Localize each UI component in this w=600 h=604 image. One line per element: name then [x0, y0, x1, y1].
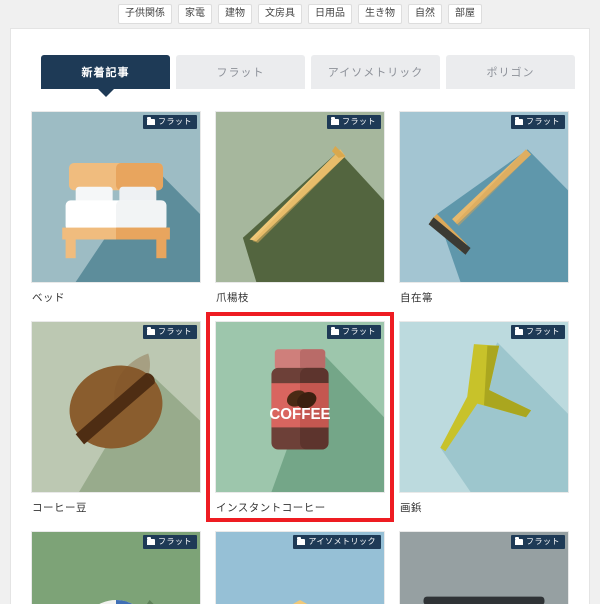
card-isometric-item[interactable]: アイソメトリック: [215, 531, 385, 604]
folder-icon: [331, 327, 339, 335]
thumbnail-boat[interactable]: フラット: [399, 531, 569, 604]
card-coffee-bean[interactable]: フラット コーヒー豆: [31, 321, 201, 515]
bed-icon: [32, 112, 200, 282]
tag-filter-4[interactable]: 日用品: [308, 4, 352, 24]
tag-filter-5[interactable]: 生き物: [358, 4, 402, 24]
content-panel: 新着記事 フラット アイソメトリック ポリゴン フラット ベッド フラット 爪楊…: [10, 28, 590, 604]
tag-filter-bar: 子供関係 家電 建物 文房具 日用品 生き物 自然 部屋: [0, 0, 600, 30]
badge-category-coffee-bean: フラット: [143, 325, 197, 339]
badge-label: フラット: [526, 117, 560, 126]
card-bed[interactable]: フラット ベッド: [31, 111, 201, 305]
instant-coffee-jar-icon: COFFEE: [216, 322, 384, 492]
thumbnail-bed[interactable]: フラット: [31, 111, 201, 283]
card-instant-coffee[interactable]: COFFEE フラット インスタントコーヒー: [206, 312, 394, 522]
badge-category-thumbtack: フラット: [511, 325, 565, 339]
card-caption-broom: 自在箒: [400, 292, 433, 304]
badge-label: フラット: [526, 327, 560, 336]
card-caption-coffee-bean: コーヒー豆: [32, 502, 87, 514]
folder-icon: [147, 327, 155, 335]
thumbnail-toothpick[interactable]: フラット: [215, 111, 385, 283]
jar-label-text: COFFEE: [269, 406, 330, 423]
folder-icon: [147, 117, 155, 125]
thumbnail-beach-ball[interactable]: フラット: [31, 531, 201, 604]
card-caption-bed: ベッド: [32, 292, 65, 304]
thumbtack-icon: [400, 322, 568, 492]
folder-icon: [147, 537, 155, 545]
card-thumbtack[interactable]: フラット 画鋲: [399, 321, 569, 515]
card-boat[interactable]: フラット: [399, 531, 569, 604]
tab-new-articles[interactable]: 新着記事: [41, 55, 170, 97]
tag-filter-7[interactable]: 部屋: [448, 4, 482, 24]
badge-category-isometric-item: アイソメトリック: [293, 535, 381, 549]
badge-label: アイソメトリック: [308, 537, 376, 546]
tag-filter-6[interactable]: 自然: [408, 4, 442, 24]
folder-icon: [297, 537, 306, 545]
thumbnail-thumbtack[interactable]: フラット: [399, 321, 569, 493]
badge-category-bed: フラット: [143, 115, 197, 129]
tag-filter-0[interactable]: 子供関係: [118, 4, 172, 24]
tab-flat[interactable]: フラット: [176, 55, 305, 89]
card-caption-thumbtack: 画鋲: [400, 502, 422, 514]
tag-filter-1[interactable]: 家電: [178, 4, 212, 24]
badge-label: フラット: [342, 327, 376, 336]
tab-bar: 新着記事 フラット アイソメトリック ポリゴン: [11, 29, 589, 97]
card-broom[interactable]: フラット 自在箒: [399, 111, 569, 305]
card-caption-toothpick: 爪楊枝: [216, 292, 249, 304]
badge-category-boat: フラット: [511, 535, 565, 549]
icon-grid: フラット ベッド フラット 爪楊枝 フラット 自在箒 フラット コーヒー豆 CO…: [11, 89, 589, 604]
toothpick-icon: [216, 112, 384, 282]
thumbnail-isometric-item[interactable]: アイソメトリック: [215, 531, 385, 604]
card-beach-ball[interactable]: フラット: [31, 531, 201, 604]
tab-polygon[interactable]: ポリゴン: [446, 55, 575, 89]
thumbnail-broom[interactable]: フラット: [399, 111, 569, 283]
tab-isometric[interactable]: アイソメトリック: [311, 55, 440, 89]
folder-icon: [515, 537, 523, 545]
thumbnail-instant-coffee[interactable]: COFFEE フラット: [215, 321, 385, 493]
tag-filter-3[interactable]: 文房具: [258, 4, 302, 24]
folder-icon: [515, 117, 523, 125]
badge-label: フラット: [158, 117, 192, 126]
badge-label: フラット: [526, 537, 560, 546]
thumbnail-coffee-bean[interactable]: フラット: [31, 321, 201, 493]
broom-icon: [400, 112, 568, 282]
badge-label: フラット: [342, 117, 376, 126]
folder-icon: [331, 117, 339, 125]
card-caption-instant-coffee: インスタントコーヒー: [216, 502, 326, 514]
card-toothpick[interactable]: フラット 爪楊枝: [215, 111, 385, 305]
badge-label: フラット: [158, 537, 192, 546]
badge-category-instant-coffee: フラット: [327, 325, 381, 339]
tag-filter-2[interactable]: 建物: [218, 4, 252, 24]
badge-category-toothpick: フラット: [327, 115, 381, 129]
badge-category-beach-ball: フラット: [143, 535, 197, 549]
folder-icon: [515, 327, 523, 335]
badge-label: フラット: [158, 327, 192, 336]
coffee-bean-icon: [32, 322, 200, 492]
badge-category-broom: フラット: [511, 115, 565, 129]
